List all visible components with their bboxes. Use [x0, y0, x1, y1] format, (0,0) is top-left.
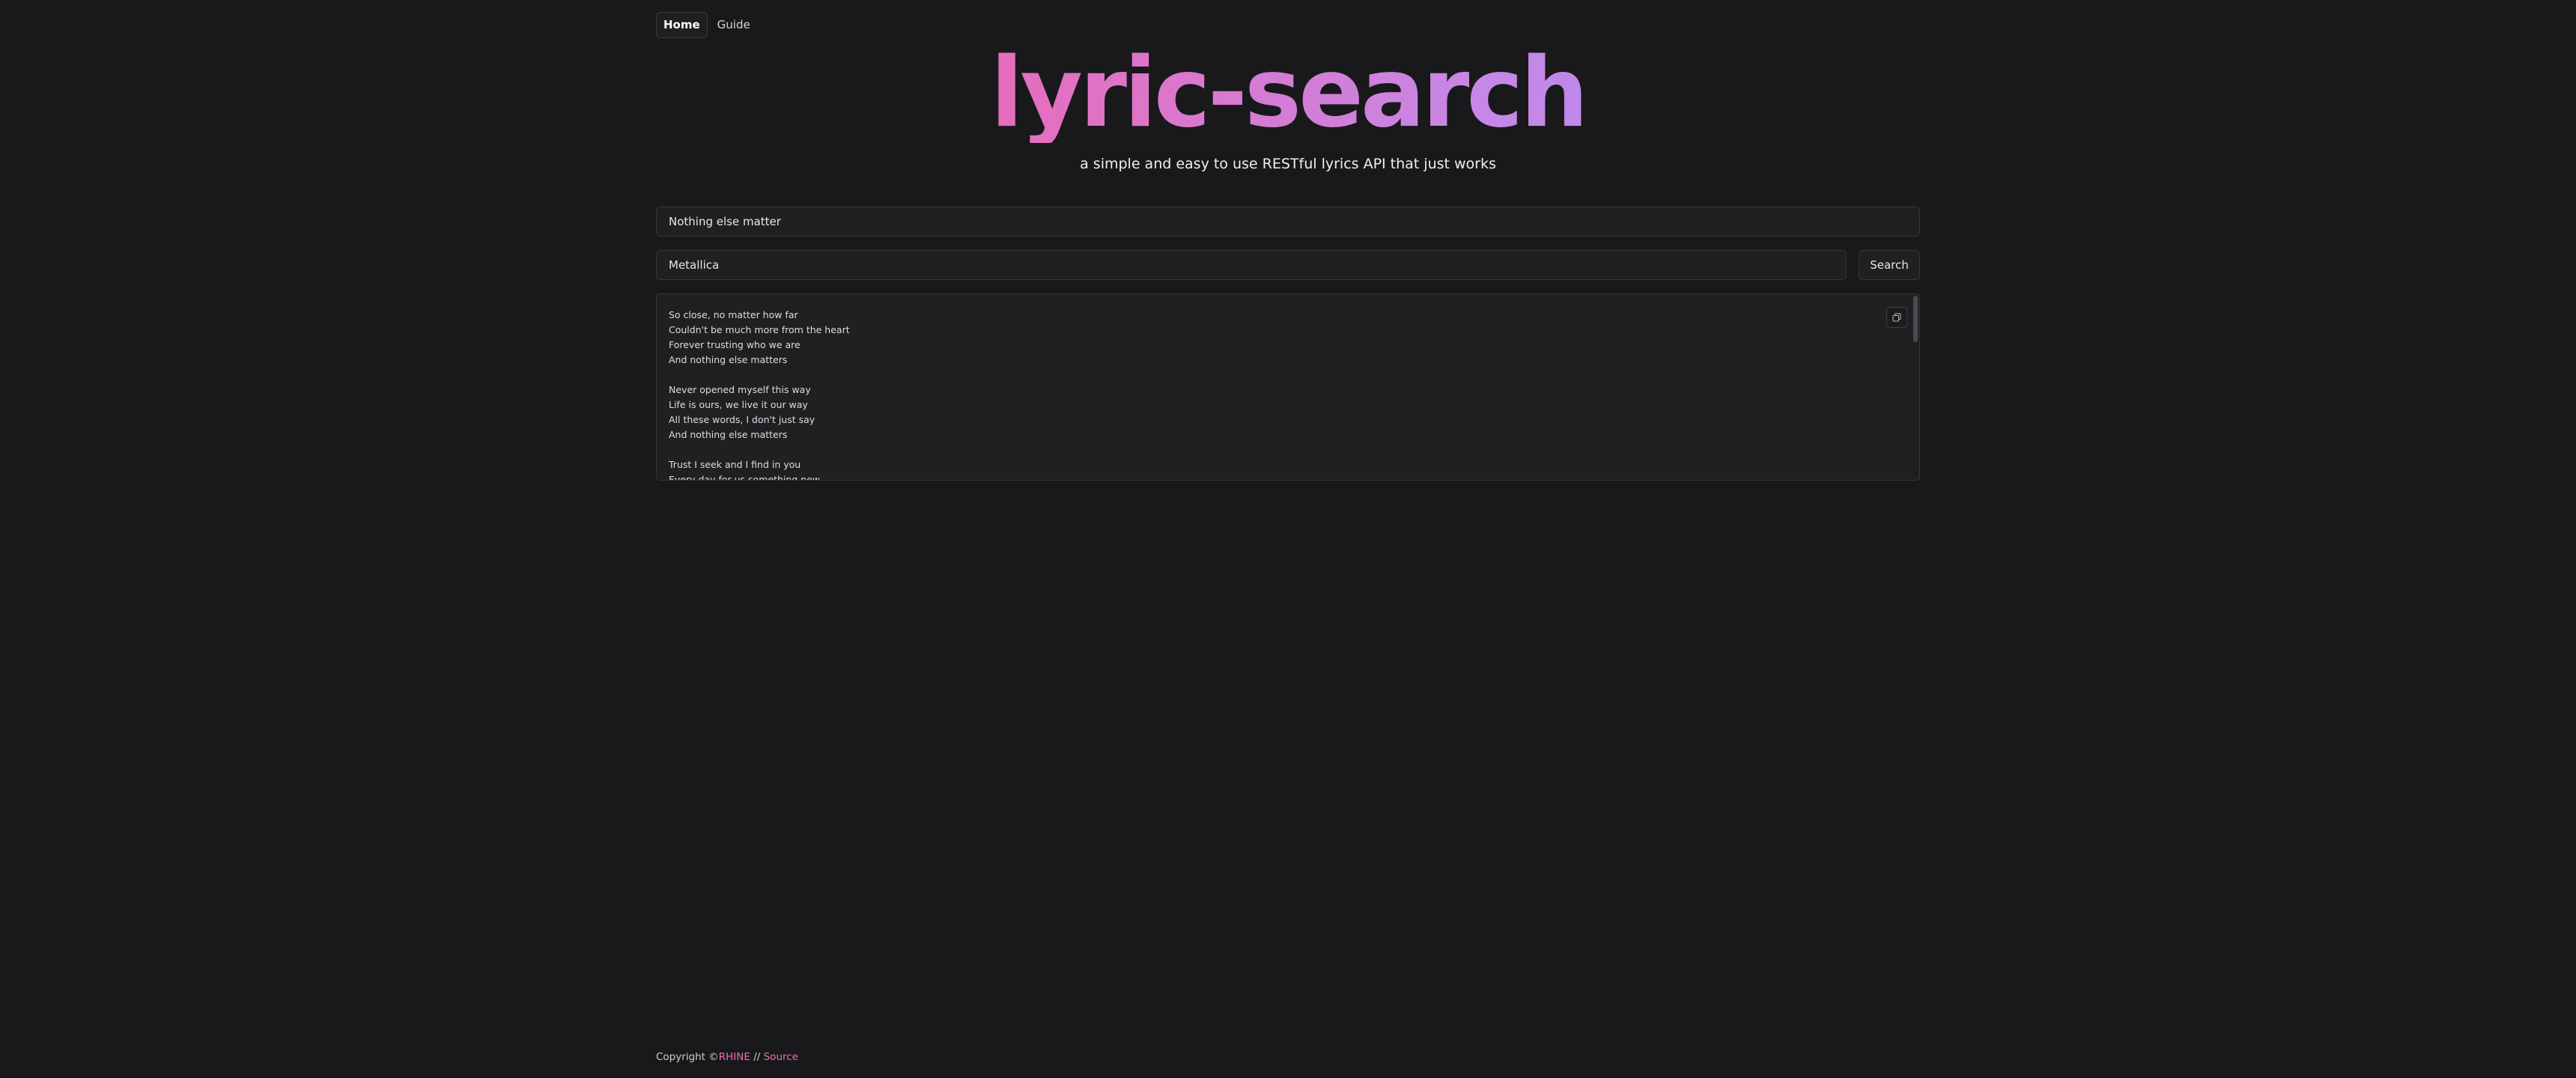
nav-home[interactable]: Home	[656, 12, 708, 38]
lyrics-line: And nothing else matters	[669, 354, 788, 365]
lyrics-line: Couldn't be much more from the heart	[669, 324, 850, 335]
lyrics-scrollbar[interactable]	[1913, 296, 1918, 478]
artist-input[interactable]	[656, 250, 1847, 280]
lyrics-line: Trust I seek and I find in you	[669, 459, 801, 470]
copy-button[interactable]	[1886, 307, 1907, 328]
nav-guide[interactable]: Guide	[711, 13, 757, 37]
footer-source-link[interactable]: Source	[764, 1051, 798, 1063]
footer: Copyright ©RHINE // Source	[656, 1051, 798, 1063]
lyrics-line: And nothing else matters	[669, 429, 788, 440]
lyrics-stanza: So close, no matter how far Couldn't be …	[669, 308, 850, 368]
lyrics-panel[interactable]: So close, no matter how far Couldn't be …	[656, 293, 1920, 481]
lyrics-stanza: Never opened myself this way Life is our…	[669, 383, 850, 442]
footer-author-link[interactable]: RHINE	[719, 1051, 750, 1063]
song-input[interactable]	[656, 207, 1920, 237]
hero-title: lyric-search	[656, 44, 1920, 143]
lyrics-stanza: Trust I seek and I find in you Every day…	[669, 457, 850, 481]
lyrics-line: All these words, I don't just say	[669, 414, 815, 425]
lyrics-line: Never opened myself this way	[669, 384, 811, 395]
top-nav: Home Guide	[656, 12, 757, 38]
lyrics-text: So close, no matter how far Couldn't be …	[669, 308, 850, 481]
footer-separator: //	[750, 1051, 764, 1063]
hero-subtitle: a simple and easy to use RESTful lyrics …	[1080, 156, 1496, 172]
lyrics-line: So close, no matter how far	[669, 309, 798, 320]
scrollbar-thumb[interactable]	[1913, 296, 1918, 342]
lyrics-line: Forever trusting who we are	[669, 339, 801, 350]
copy-icon	[1892, 313, 1901, 322]
footer-copyright: Copyright ©	[656, 1051, 719, 1063]
lyrics-line: Every day for us something new	[669, 474, 821, 481]
page: Home Guide lyric-search a simple and eas…	[0, 0, 2576, 1078]
lyrics-line: Life is ours, we live it our way	[669, 399, 808, 410]
search-button[interactable]: Search	[1859, 250, 1920, 280]
